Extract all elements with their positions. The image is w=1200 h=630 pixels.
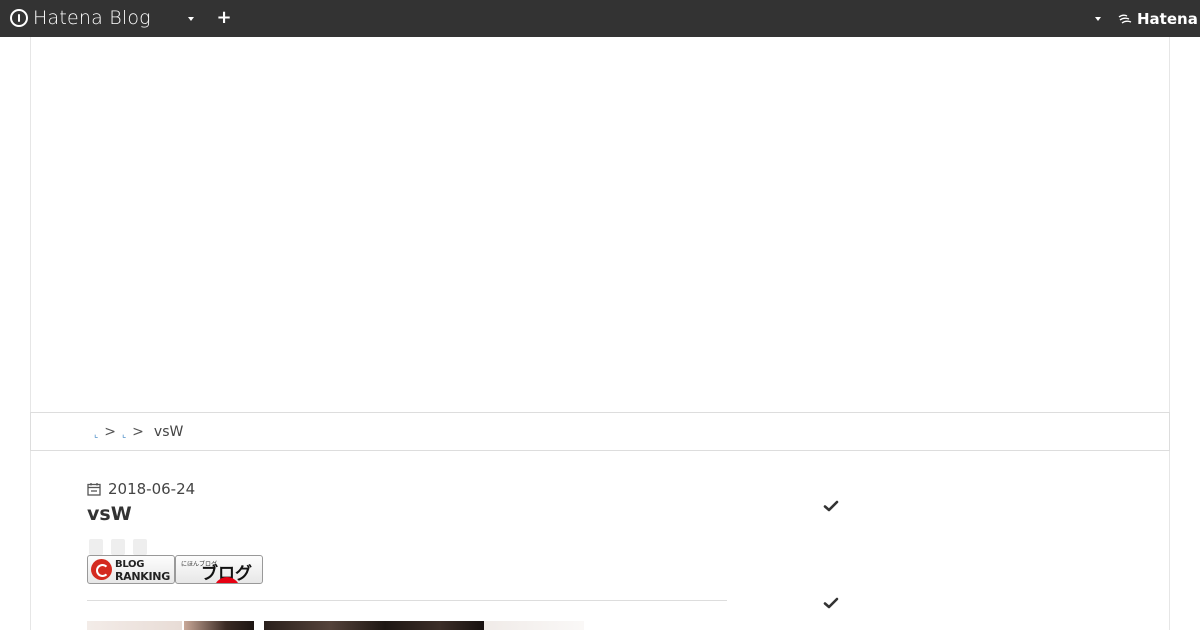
hatena-logo-icon	[1118, 14, 1132, 24]
blog-ranking-line1: BLOG	[115, 559, 145, 570]
brand-name: Hatena Blog	[33, 7, 151, 29]
entry-date-text: 2018-06-24	[108, 480, 196, 498]
check-icon	[823, 597, 839, 609]
share-button[interactable]	[89, 539, 103, 555]
entry-image	[184, 621, 254, 630]
blog-ranking-banner[interactable]: BLOG RANKING	[87, 555, 175, 584]
breadcrumb-separator: >	[132, 423, 144, 440]
share-buttons	[89, 539, 147, 555]
hatena-blog-logo-icon	[10, 9, 28, 27]
entry-image	[87, 621, 182, 630]
breadcrumb-link-2[interactable]: ⌞	[122, 430, 126, 440]
blog-mura-banner[interactable]: にほんブログ ブログ村	[175, 555, 263, 584]
entry-image	[484, 621, 584, 630]
blog-ranking-logo-icon	[91, 559, 112, 580]
breadcrumb: ⌞ > ⌞ > vsW	[30, 412, 1170, 451]
breadcrumb-link-1[interactable]: ⌞	[94, 430, 98, 440]
check-icon	[823, 500, 839, 512]
share-button[interactable]	[111, 539, 125, 555]
breadcrumb-current: vsW	[153, 423, 184, 440]
blog-ranking-line2: RANKING	[115, 570, 170, 583]
caret-down-icon	[1095, 17, 1101, 21]
entry-divider	[87, 600, 727, 601]
caret-down-icon	[188, 17, 194, 21]
hatena-logo-text: Hatena	[1137, 10, 1198, 28]
share-button[interactable]	[133, 539, 147, 555]
plus-icon[interactable]: +	[216, 8, 232, 28]
entry-title[interactable]: vsW	[87, 503, 132, 525]
blog-menu-dropdown[interactable]	[185, 13, 197, 25]
breadcrumb-separator: >	[104, 423, 116, 440]
entry-date[interactable]: 2018-06-24	[87, 480, 195, 498]
entry-image	[264, 621, 484, 630]
entry-image-strip	[87, 621, 587, 630]
global-header: Hatena Blog + Hatena	[0, 0, 1200, 37]
calendar-icon	[87, 483, 101, 496]
ad-space	[31, 37, 1169, 412]
user-menu-dropdown[interactable]	[1092, 13, 1104, 25]
hatena-home-link[interactable]: Hatena	[1118, 10, 1198, 28]
hatena-blog-home-link[interactable]: Hatena Blog	[10, 7, 151, 29]
